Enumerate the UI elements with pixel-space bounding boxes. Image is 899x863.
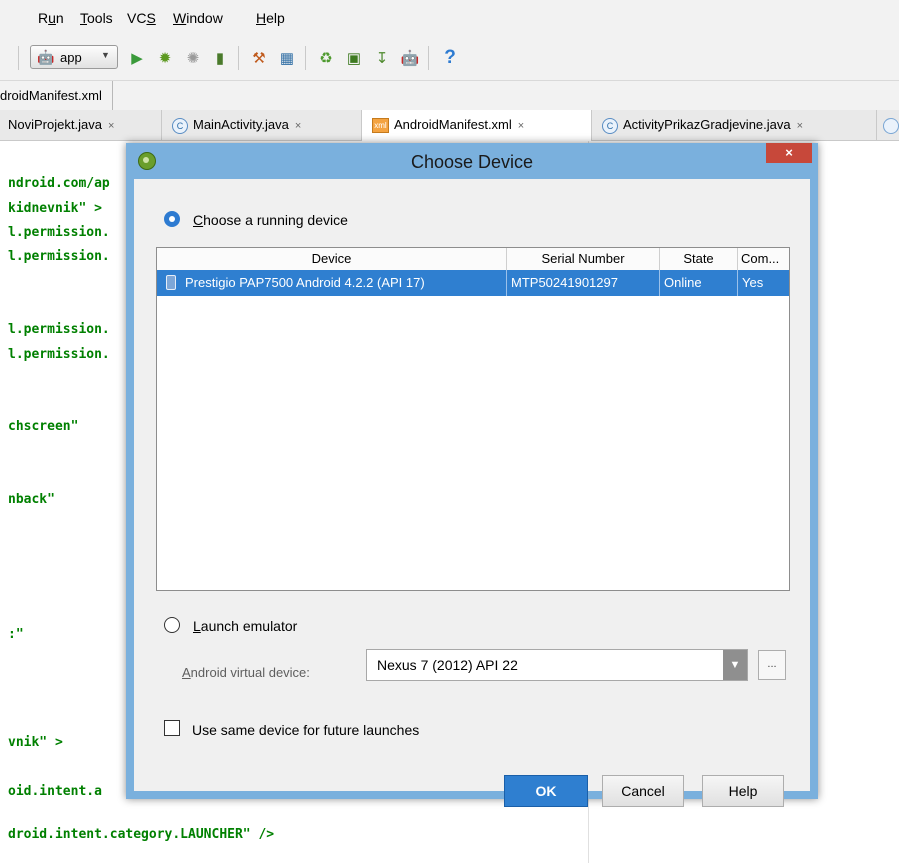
same-device-checkbox[interactable] bbox=[164, 720, 180, 736]
column-device[interactable]: Device bbox=[157, 248, 507, 270]
toolbar-separator bbox=[238, 46, 239, 70]
avd-selected-value: Nexus 7 (2012) API 22 bbox=[377, 657, 518, 673]
menu-bar: Run Tools VCS Window Help bbox=[0, 0, 899, 36]
tab-label: ActivityPrikazGradjevine.java bbox=[623, 117, 791, 132]
run-config-dropdown[interactable]: 🤖 app ▼ bbox=[30, 45, 118, 69]
code-line: oid.intent.a bbox=[8, 784, 102, 799]
compatible-cell: Yes bbox=[742, 275, 764, 290]
close-icon[interactable]: × bbox=[797, 120, 803, 132]
class-icon bbox=[883, 117, 899, 134]
tab-androidmanifest[interactable]: xml AndroidManifest.xml × bbox=[362, 110, 592, 141]
code-line: ndroid.com/ap bbox=[8, 176, 110, 191]
editor-tabs: NoviProjekt.java × C MainActivity.java × xm… bbox=[0, 110, 899, 141]
debug-icon[interactable]: ✹ bbox=[155, 48, 175, 68]
tab-overflow[interactable] bbox=[877, 110, 899, 140]
code-line: :" bbox=[8, 627, 24, 642]
cancel-button[interactable]: Cancel bbox=[602, 775, 684, 807]
code-line: l.permission. bbox=[8, 322, 110, 337]
android-monitor-icon[interactable]: 🤖 bbox=[400, 48, 420, 68]
project-structure-icon[interactable]: ⚒ bbox=[249, 48, 269, 68]
avd-dropdown[interactable]: Nexus 7 (2012) API 22 ▼ bbox=[366, 649, 748, 681]
code-line: l.permission. bbox=[8, 249, 110, 264]
avd-browse-button[interactable]: ... bbox=[758, 650, 786, 680]
xml-file-icon: xml bbox=[372, 118, 389, 134]
same-device-label[interactable]: Use same device for future launches bbox=[192, 722, 419, 738]
column-state[interactable]: State bbox=[660, 248, 738, 270]
ok-button[interactable]: OK bbox=[504, 775, 588, 807]
code-line: l.permission. bbox=[8, 347, 110, 362]
toolbar: 🤖 app ▼ ▶ ✹ ✺ ▮ ⚒ ▦ ♻ ▣ ↧ 🤖 ? bbox=[0, 36, 899, 80]
menu-vcs[interactable]: VCS bbox=[127, 10, 156, 26]
tab-noviprojekt[interactable]: NoviProjekt.java × bbox=[0, 110, 162, 140]
code-line: vnik" > bbox=[8, 735, 63, 750]
choose-device-dialog: Choose Device × Choose a running device … bbox=[126, 143, 818, 807]
android-icon: 🤖 bbox=[37, 49, 55, 65]
sync-gradle-icon[interactable]: ♻ bbox=[316, 48, 336, 68]
tab-activityprikazgradjevine[interactable]: C ActivityPrikazGradjevine.java × bbox=[592, 110, 877, 140]
close-button[interactable]: × bbox=[766, 143, 812, 163]
dialog-title: Choose Device bbox=[410, 152, 534, 172]
device-monitor-icon[interactable]: ▮ bbox=[210, 48, 230, 68]
launch-emulator-label[interactable]: Launch emulator bbox=[193, 618, 297, 634]
help-icon[interactable]: ? bbox=[440, 47, 460, 68]
running-device-label[interactable]: Choose a running device bbox=[193, 212, 348, 228]
close-icon[interactable]: × bbox=[295, 120, 301, 132]
chevron-down-icon: ▼ bbox=[101, 50, 110, 60]
navigation-bar: droidManifest.xml bbox=[0, 80, 899, 111]
dialog-content: Choose a running device Device Serial Nu… bbox=[134, 179, 810, 807]
column-serial-number[interactable]: Serial Number bbox=[507, 248, 660, 270]
tab-label: AndroidManifest.xml bbox=[394, 117, 512, 132]
menu-window[interactable]: Window bbox=[173, 10, 223, 26]
table-row[interactable]: Prestigio PAP7500 Android 4.2.2 (API 17)… bbox=[157, 270, 789, 296]
menu-run[interactable]: Run bbox=[38, 10, 64, 26]
avd-manager-icon[interactable]: ▣ bbox=[344, 48, 364, 68]
avd-label: Android virtual device: bbox=[182, 665, 310, 680]
menu-help[interactable]: Help bbox=[256, 10, 285, 26]
help-button[interactable]: Help bbox=[702, 775, 784, 807]
device-cell: Prestigio PAP7500 Android 4.2.2 (API 17) bbox=[183, 270, 507, 296]
serial-cell: MTP50241901297 bbox=[507, 270, 660, 296]
tab-label: NoviProjekt.java bbox=[8, 117, 102, 132]
code-line: droid.intent.category.LAUNCHER" /> bbox=[8, 827, 275, 842]
sdk-download-icon[interactable]: ↧ bbox=[372, 48, 392, 68]
sdk-manager-icon[interactable]: ▦ bbox=[277, 48, 297, 68]
code-line: kidnevnik" > bbox=[8, 201, 102, 216]
phone-icon bbox=[166, 275, 176, 290]
running-device-radio[interactable] bbox=[164, 211, 180, 227]
menu-tools[interactable]: Tools bbox=[80, 10, 113, 26]
toolbar-separator bbox=[305, 46, 306, 70]
table-header: Device Serial Number State Com... bbox=[157, 248, 789, 271]
close-icon[interactable]: × bbox=[518, 120, 524, 132]
chevron-down-icon[interactable]: ▼ bbox=[723, 650, 747, 680]
code-line: nback" bbox=[8, 492, 55, 507]
class-icon: C bbox=[602, 117, 618, 134]
code-line: chscreen" bbox=[8, 419, 79, 434]
dialog-titlebar[interactable]: Choose Device × bbox=[126, 143, 818, 179]
attach-debugger-icon[interactable]: ✺ bbox=[183, 48, 203, 68]
run-config-label: app bbox=[60, 50, 82, 65]
breadcrumb[interactable]: droidManifest.xml bbox=[0, 81, 113, 111]
tab-label: MainActivity.java bbox=[193, 117, 289, 132]
toolbar-grip bbox=[18, 46, 19, 70]
tab-mainactivity[interactable]: C MainActivity.java × bbox=[162, 110, 362, 140]
state-cell: Online bbox=[660, 270, 738, 296]
run-icon[interactable]: ▶ bbox=[127, 48, 147, 68]
class-icon: C bbox=[172, 117, 188, 134]
toolbar-separator bbox=[428, 46, 429, 70]
device-table[interactable]: Device Serial Number State Com... Presti… bbox=[156, 247, 790, 591]
column-compatible[interactable]: Com... bbox=[738, 248, 789, 270]
launch-emulator-radio[interactable] bbox=[164, 617, 180, 633]
code-line: l.permission. bbox=[8, 225, 110, 240]
close-icon[interactable]: × bbox=[108, 120, 114, 132]
